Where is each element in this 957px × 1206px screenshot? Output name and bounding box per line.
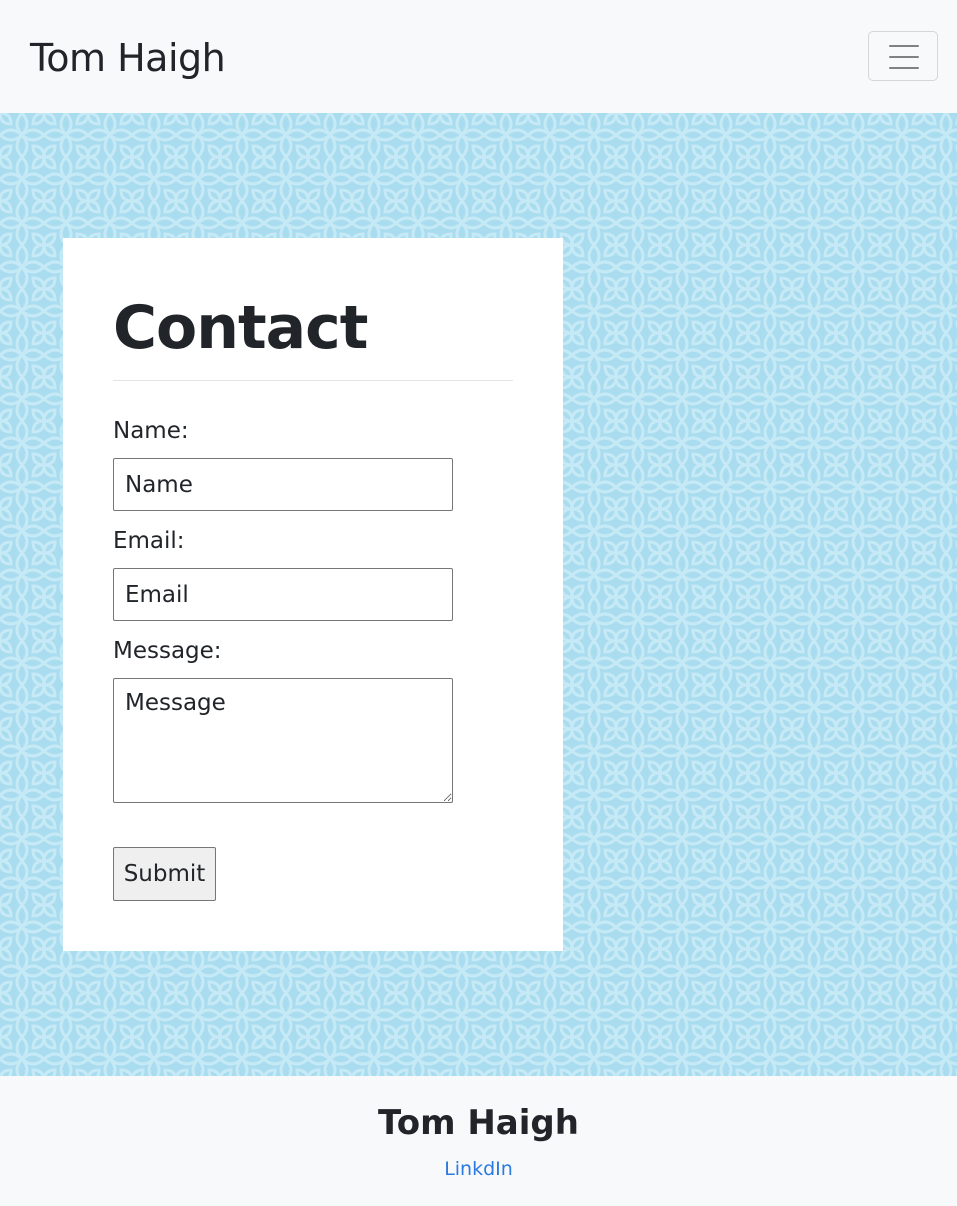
title-divider: [113, 380, 513, 381]
email-label: Email:: [113, 528, 185, 554]
navbar-toggle-button[interactable]: [868, 31, 938, 81]
linkedin-link[interactable]: LinkdIn: [0, 1156, 957, 1182]
message-textarea[interactable]: [113, 678, 453, 803]
name-input[interactable]: [113, 458, 453, 511]
hamburger-menu-icon: [889, 45, 919, 69]
submit-button[interactable]: Submit: [113, 847, 216, 901]
contact-card: Contact Name: Email: Message: Submit: [63, 238, 563, 951]
navbar: Tom Haigh: [0, 0, 957, 113]
footer: Tom Haigh LinkdIn: [0, 1076, 957, 1206]
footer-name: Tom Haigh: [378, 1103, 579, 1143]
name-label: Name:: [113, 418, 189, 444]
email-input[interactable]: [113, 568, 453, 621]
navbar-brand[interactable]: Tom Haigh: [30, 34, 226, 82]
contact-title: Contact: [113, 293, 368, 363]
message-label: Message:: [113, 638, 222, 664]
